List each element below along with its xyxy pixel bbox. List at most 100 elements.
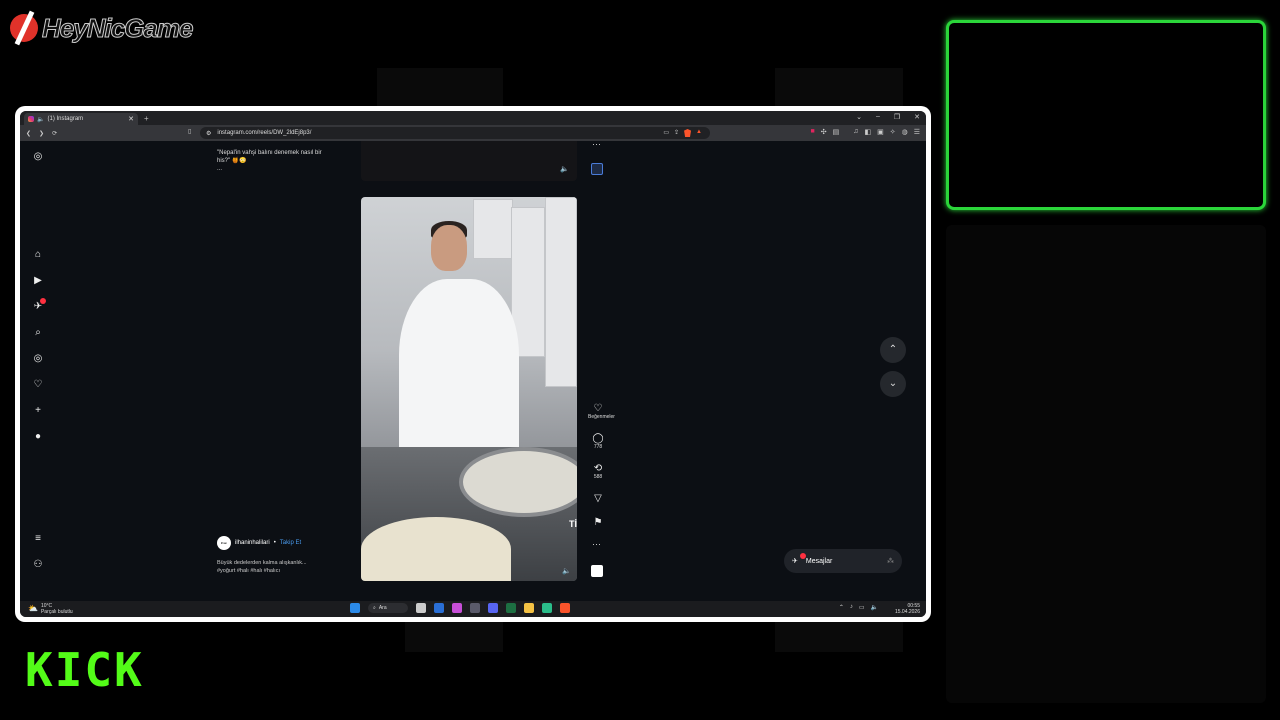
previous-reel-button[interactable]: ⌃ (880, 337, 906, 363)
sidebar-icon[interactable]: ▤ (833, 128, 840, 136)
share-icon[interactable]: ▽ (588, 493, 608, 504)
reload-icon[interactable]: ⟳ (52, 130, 57, 137)
close-window-button[interactable]: ✕ (914, 113, 920, 121)
bookmark-icon[interactable]: ▯ (188, 128, 191, 135)
leo-icon[interactable]: ✧ (890, 128, 896, 136)
close-tab-icon[interactable]: ✕ (128, 115, 134, 123)
tab-title: (1) Instagram (47, 116, 84, 122)
repost-action[interactable]: ⟲ 588 (588, 463, 608, 480)
new-tab-button[interactable]: + (144, 114, 149, 123)
author-avatar[interactable]: ilhan (217, 536, 231, 550)
site-info-icon[interactable]: ⚙ (206, 130, 211, 137)
excel-icon[interactable] (506, 603, 516, 613)
create-icon[interactable]: + (32, 405, 44, 417)
search-icon[interactable]: ⌕ (32, 327, 44, 339)
minimize-button[interactable]: – (876, 113, 880, 121)
chat-panel (946, 225, 1266, 703)
split-view-icon[interactable]: ◧ (864, 128, 871, 136)
follow-button[interactable]: Takip Et (280, 540, 301, 546)
brand-text: HeyNicGame (41, 12, 193, 43)
messages-label: Mesajlar (805, 557, 833, 565)
more-menu-icon[interactable]: ≡ (32, 533, 44, 545)
file-explorer-icon[interactable] (524, 603, 534, 613)
reels-icon[interactable]: ▶ (32, 275, 44, 287)
video-content (399, 279, 519, 469)
chevron-down-icon[interactable]: ⌄ (856, 113, 862, 121)
streamer-logo: HeyNicGame (10, 8, 200, 48)
avatar-stack-icon: ⁂ (887, 558, 894, 565)
date: 15.04.2026 (894, 609, 920, 615)
volume-icon[interactable]: 🔈 (560, 165, 569, 173)
instagram-logo-icon[interactable]: ◎ (32, 151, 44, 163)
audio-thumb[interactable] (591, 163, 603, 175)
forward-icon[interactable]: ❯ (39, 130, 44, 137)
messages-icon: ✈ (792, 558, 798, 565)
maximize-button[interactable]: ❐ (894, 113, 900, 121)
volume-icon[interactable]: 🔈 (871, 604, 878, 611)
browser-window: 🔈 (1) Instagram ✕ + ⌄ – ❐ ✕ ❮ ❯ ⟳ ▯ ⚙ in… (20, 111, 926, 617)
heart-icon[interactable]: ♡ (588, 403, 608, 414)
heart-icon[interactable]: ♡ (32, 379, 44, 391)
caption-more[interactable]: ... (217, 165, 347, 173)
share-action[interactable]: ▽ (588, 493, 608, 504)
windows-start-icon[interactable] (350, 603, 360, 613)
back-icon[interactable]: ❮ (26, 130, 31, 137)
chevron-up-icon[interactable]: ⌃ (839, 604, 844, 611)
extension-icon[interactable]: ■ (811, 128, 815, 136)
wallet-icon[interactable]: ▣ (877, 128, 884, 136)
app-icon[interactable] (470, 603, 480, 613)
more-options-icon[interactable]: ⋯ (592, 539, 601, 550)
app-icon[interactable] (542, 603, 552, 613)
weather-icon: ⛅ (28, 604, 38, 613)
discord-icon[interactable] (488, 603, 498, 613)
previous-reel-caption: "Nepal'in vahşi balını denemek nasıl bir… (217, 149, 347, 173)
tab-instagram[interactable]: 🔈 (1) Instagram ✕ (24, 113, 138, 125)
menu-icon[interactable]: ☰ (914, 128, 920, 136)
window-controls: ⌄ – ❐ ✕ (856, 113, 920, 121)
mic-icon[interactable]: ♪ (850, 604, 853, 611)
search-icon: ⌕ (373, 605, 376, 611)
more-options-icon[interactable]: ⋯ (592, 139, 601, 150)
app-icon[interactable] (452, 603, 462, 613)
video-content (361, 517, 511, 581)
next-reel-button[interactable]: ⌄ (880, 371, 906, 397)
volume-icon[interactable]: 🔈 (562, 567, 571, 575)
bookmark-icon[interactable]: ⚑ (588, 517, 608, 528)
repost-icon[interactable]: ⟲ (588, 463, 608, 474)
comments-count: 778 (593, 444, 603, 450)
taskbar-clock[interactable]: 00:55 15.04.2026 (895, 603, 920, 615)
previous-reel[interactable]: 🔈 (361, 141, 577, 181)
brave-shield-icon[interactable] (684, 129, 692, 137)
edge-icon[interactable] (434, 603, 444, 613)
browser-capture-frame: 🔈 (1) Instagram ✕ + ⌄ – ❐ ✕ ❮ ❯ ⟳ ▯ ⚙ in… (15, 106, 931, 622)
puzzle-icon[interactable]: ✣ (821, 128, 827, 136)
music-icon[interactable]: ♫ (853, 128, 858, 136)
home-icon[interactable]: ⌂ (32, 249, 44, 261)
author-name[interactable]: ilhaninhalilari (235, 540, 270, 546)
brave-rewards-icon[interactable]: ▲ (696, 129, 702, 137)
display-icon[interactable]: ▭ (859, 604, 865, 611)
weather-widget[interactable]: ⛅ 10°C Parçalı bulutlu (28, 603, 73, 615)
url-field[interactable]: ⚙ instagram.com/reels/DW_2ldEj8p3/ ▭ ⇪ ▲ (200, 127, 710, 139)
messages-button[interactable]: ✈ Mesajlar ⁂ (784, 549, 902, 573)
cast-icon[interactable]: ▭ (663, 129, 669, 137)
meta-apps-icon[interactable]: ⚇ (32, 559, 44, 571)
brave-browser-icon[interactable] (560, 603, 570, 613)
task-view-icon[interactable] (416, 603, 426, 613)
profile-avatar-icon[interactable]: ● (32, 431, 44, 443)
comment-icon[interactable]: ◯ (588, 433, 608, 444)
taskbar-search[interactable]: ⌕ Ara (368, 603, 408, 613)
audio-thumb[interactable] (591, 565, 603, 577)
windows-taskbar: ⛅ 10°C Parçalı bulutlu ⌕ Ara ⌃ ♪ ▭ 🔈 00:… (20, 601, 926, 617)
caption-hashtags[interactable]: #yoğurt #halı #halı #halıcı (217, 567, 307, 575)
explore-icon[interactable]: ◎ (32, 353, 44, 365)
share-icon[interactable]: ⇪ (674, 129, 679, 137)
speaker-icon[interactable]: 🔈 (37, 116, 44, 123)
save-action[interactable]: ⚑ (588, 517, 608, 528)
caption-line: Büyük dedelerden kalma alışkanlık... (217, 560, 307, 566)
vpn-icon[interactable]: ◍ (902, 128, 908, 136)
comment-action[interactable]: ◯ 778 (588, 433, 608, 450)
like-action[interactable]: ♡ Beğenmeler (588, 403, 615, 420)
background-panel (775, 68, 903, 108)
reel-video[interactable]: Tİ 🔈 (361, 197, 577, 581)
